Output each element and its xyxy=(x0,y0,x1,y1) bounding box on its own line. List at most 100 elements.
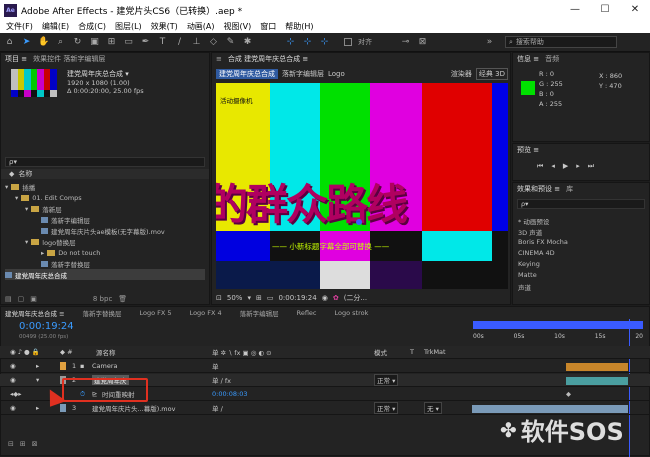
tab-info[interactable]: 信息 ≡ xyxy=(517,54,539,64)
next-frame-icon[interactable]: ▸ xyxy=(576,162,580,171)
timeline-timecode[interactable]: 0:00:19:24 xyxy=(19,321,74,332)
brush-tool-icon[interactable]: ∕ xyxy=(174,37,185,47)
axis-local-icon[interactable]: ⊹ xyxy=(285,37,296,47)
tab-effects-presets[interactable]: 效果和预设 ≡ xyxy=(517,184,560,194)
delete-icon[interactable]: 🗑 xyxy=(118,295,127,303)
layer-bar[interactable] xyxy=(566,377,628,385)
list-item[interactable]: 建党周年庆片头ae模板(无字幕版).mov xyxy=(41,225,165,236)
comp-nav-item[interactable]: 落新字编辑层 xyxy=(282,69,324,79)
layout-icon[interactable]: ⊠ xyxy=(417,37,428,47)
project-search-input[interactable]: ρ▾ xyxy=(5,157,205,167)
list-item[interactable]: Keying xyxy=(518,260,540,268)
tab-library[interactable]: 库 xyxy=(566,184,573,194)
visibility-icon[interactable]: ◉ xyxy=(10,404,16,412)
visibility-icon[interactable]: ◉ xyxy=(10,362,16,370)
table-row[interactable]: ◉ ▸ 1 ▪ Camera 单 xyxy=(0,360,650,373)
close-button[interactable]: ✕ xyxy=(620,0,650,20)
tab-timeline[interactable]: 落新字编辑层 xyxy=(240,308,279,318)
list-item[interactable]: 落新字替换层 xyxy=(41,258,90,269)
axis-world-icon[interactable]: ⊹ xyxy=(302,37,313,47)
list-item[interactable]: ▾ 落新层 xyxy=(25,203,62,214)
type-tool-icon[interactable]: T xyxy=(157,37,168,47)
renderer-label[interactable]: 渲染器 xyxy=(451,69,472,79)
timecode-display[interactable]: 0:00:19:24 xyxy=(278,294,316,302)
menu-window[interactable]: 窗口 xyxy=(260,21,276,32)
tab-timeline[interactable]: Logo strok xyxy=(335,309,369,317)
camera-tool-icon[interactable]: ▣ xyxy=(89,37,100,47)
comp-nav-item[interactable]: 建党周年庆总合成 xyxy=(216,69,278,79)
menu-icon[interactable]: ≡ xyxy=(216,55,222,63)
snap-checkbox[interactable] xyxy=(344,38,352,46)
play-icon[interactable]: ▶ xyxy=(563,162,568,171)
align-icon[interactable]: ⊸ xyxy=(400,37,411,47)
list-item[interactable]: ▸ Do not touch xyxy=(41,247,100,258)
last-frame-icon[interactable]: ⏭ xyxy=(588,162,594,171)
list-item-selected[interactable]: 建党周年庆总合成 xyxy=(5,269,205,280)
comp-viewer[interactable]: 活动摄像机 的群众路线 —— 小新标题字幕全部可替换 —— xyxy=(216,83,508,289)
list-item[interactable]: 声道 xyxy=(518,282,531,292)
name-column-header[interactable]: ◆ 名称 xyxy=(1,169,209,179)
maximize-button[interactable]: ☐ xyxy=(590,0,620,20)
snapshot-icon[interactable]: ◉ xyxy=(322,294,328,302)
toggle-ruler-icon[interactable]: ⊠ xyxy=(32,440,38,448)
selection-tool-icon[interactable]: ➤ xyxy=(21,37,32,47)
list-item[interactable]: Matte xyxy=(518,271,537,279)
layer-switches-icon[interactable]: 单 ∕ fx xyxy=(212,375,231,385)
anchor-point-icon[interactable] xyxy=(356,219,362,225)
rectangle-tool-icon[interactable]: ▭ xyxy=(123,37,134,47)
shy-switch-icon[interactable]: 单 xyxy=(212,361,219,371)
list-item[interactable]: ▾ 插播 xyxy=(5,181,35,192)
layer-switches-icon[interactable]: 单 ∕ xyxy=(212,403,223,413)
bpc-label[interactable]: 8 bpc xyxy=(93,295,112,303)
new-comp-icon[interactable]: ▣ xyxy=(30,295,37,303)
zoom-dropdown[interactable]: 50% xyxy=(227,294,243,302)
eraser-tool-icon[interactable]: ◇ xyxy=(208,37,219,47)
layer-bar[interactable] xyxy=(566,363,628,371)
keyframe-icon[interactable]: ◆ xyxy=(566,390,571,398)
first-frame-icon[interactable]: ⏮ xyxy=(537,162,543,171)
comp-nav-item[interactable]: Logo xyxy=(328,70,345,78)
tab-timeline[interactable]: 落新字替换层 xyxy=(83,308,122,318)
toggle-modes-icon[interactable]: ⊞ xyxy=(20,440,26,448)
tab-project[interactable]: 项目 ≡ xyxy=(5,54,27,64)
expand-icon[interactable]: » xyxy=(484,37,495,47)
menu-animation[interactable]: 动画(A) xyxy=(187,21,215,32)
chevron-down-icon[interactable]: ▾ xyxy=(247,294,251,302)
tab-timeline[interactable]: Reflec xyxy=(297,309,317,317)
expand-arrow-icon[interactable]: ▸ xyxy=(36,404,39,412)
hand-tool-icon[interactable]: ✋ xyxy=(38,37,49,47)
minimize-button[interactable]: — xyxy=(560,0,590,20)
safe-zones-icon[interactable]: ⊞ xyxy=(256,294,262,302)
axis-view-icon[interactable]: ⊹ xyxy=(319,37,330,47)
list-item[interactable]: ▾ 01. Edit Comps xyxy=(15,192,82,203)
help-search-input[interactable]: ⌕ 搜索帮助 xyxy=(505,36,617,48)
menu-layer[interactable]: 图层(L) xyxy=(115,21,142,32)
interpret-icon[interactable]: ▤ xyxy=(5,295,12,303)
list-item[interactable]: * 动画预设 xyxy=(518,216,549,226)
menu-view[interactable]: 视图(V) xyxy=(224,21,252,32)
tab-audio[interactable]: 音频 xyxy=(545,54,559,64)
tab-timeline[interactable]: Logo FX 5 xyxy=(140,309,172,317)
tab-timeline[interactable]: Logo FX 4 xyxy=(190,309,222,317)
menu-edit[interactable]: 编辑(E) xyxy=(42,21,69,32)
tab-preview[interactable]: 预览 ≡ xyxy=(517,145,539,155)
list-item[interactable]: 落新字编辑层 xyxy=(41,214,90,225)
always-preview-icon[interactable]: ⊡ xyxy=(216,294,222,302)
tab-effect-controls[interactable]: 效果控件 落新字编辑层 xyxy=(33,54,105,64)
list-item[interactable]: ▾ logo替换层 xyxy=(25,236,76,247)
list-item[interactable]: 3D 声道 xyxy=(518,227,542,237)
menu-effect[interactable]: 效果(T) xyxy=(151,21,178,32)
prev-frame-icon[interactable]: ◂ xyxy=(551,162,555,171)
clone-stamp-icon[interactable]: ⊥ xyxy=(191,37,202,47)
resolution-dropdown[interactable]: (二分... xyxy=(344,293,367,303)
zoom-tool-icon[interactable]: ⌕ xyxy=(55,37,66,47)
classic-3d-label[interactable]: 经典 3D xyxy=(475,68,508,80)
roto-brush-icon[interactable]: ✎ xyxy=(225,37,236,47)
list-item[interactable]: CINEMA 4D xyxy=(518,249,555,257)
rotate-tool-icon[interactable]: ↻ xyxy=(72,37,83,47)
label-color[interactable] xyxy=(60,362,66,370)
home-icon[interactable]: ⌂ xyxy=(4,37,15,47)
mask-icon[interactable]: ▭ xyxy=(267,294,274,302)
visibility-icon[interactable]: ◉ xyxy=(10,376,16,384)
pan-behind-icon[interactable]: ⊞ xyxy=(106,37,117,47)
